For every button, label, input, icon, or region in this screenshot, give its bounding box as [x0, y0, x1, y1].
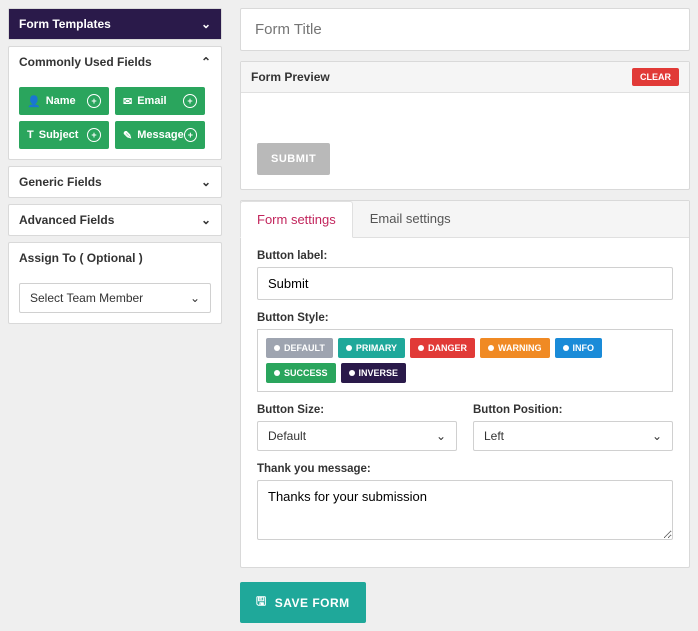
plus-icon: + — [87, 94, 101, 108]
field-name: Message — [137, 129, 183, 141]
team-member-select[interactable]: Select Team Member ⌄ — [19, 283, 211, 313]
button-size-select[interactable]: Default ⌄ — [257, 421, 457, 451]
style-button-inverse[interactable]: INVERSE — [341, 363, 407, 383]
style-text: PRIMARY — [356, 343, 397, 353]
field-icon: ✉ — [123, 95, 132, 108]
common-fields-header[interactable]: Commonly Used Fields ⌃ — [9, 47, 221, 77]
field-name: Name — [46, 95, 76, 107]
thank-you-textarea[interactable] — [257, 480, 673, 540]
button-position-value: Left — [484, 429, 504, 443]
button-position-label: Button Position: — [473, 404, 673, 416]
common-fields-label: Commonly Used Fields — [19, 55, 152, 69]
chevron-up-icon: ⌃ — [201, 55, 211, 69]
chevron-down-icon: ⌄ — [201, 175, 211, 189]
save-form-button[interactable]: 🖫 SAVE FORM — [240, 582, 366, 623]
chevron-down-icon: ⌄ — [436, 429, 446, 443]
field-icon: 👤 — [27, 95, 41, 108]
style-button-success[interactable]: SUCCESS — [266, 363, 336, 383]
style-text: SUCCESS — [284, 368, 328, 378]
dot-icon — [349, 370, 355, 376]
field-button-subject[interactable]: T Subject + — [19, 121, 109, 149]
dot-icon — [563, 345, 569, 351]
style-button-info[interactable]: INFO — [555, 338, 603, 358]
button-label-input[interactable] — [257, 267, 673, 300]
style-button-primary[interactable]: PRIMARY — [338, 338, 405, 358]
field-button-email[interactable]: ✉ Email + — [115, 87, 205, 115]
preview-label: Form Preview — [251, 70, 330, 84]
generic-fields-header[interactable]: Generic Fields ⌄ — [9, 167, 221, 197]
button-style-label: Button Style: — [257, 312, 673, 324]
chevron-down-icon: ⌄ — [201, 213, 211, 227]
generic-fields-label: Generic Fields — [19, 175, 102, 189]
style-text: INVERSE — [359, 368, 399, 378]
field-icon: ✎ — [123, 129, 132, 142]
style-button-warning[interactable]: WARNING — [480, 338, 550, 358]
style-button-danger[interactable]: DANGER — [410, 338, 475, 358]
form-templates-label: Form Templates — [19, 17, 111, 31]
chevron-down-icon: ⌄ — [201, 17, 211, 31]
form-title-input[interactable] — [240, 8, 690, 51]
field-button-name[interactable]: 👤 Name + — [19, 87, 109, 115]
save-label: SAVE FORM — [275, 596, 350, 610]
dot-icon — [346, 345, 352, 351]
field-name: Email — [137, 95, 166, 107]
style-text: DANGER — [428, 343, 467, 353]
submit-preview-button[interactable]: SUBMIT — [257, 143, 330, 175]
tab-form-settings[interactable]: Form settings — [240, 201, 353, 238]
style-text: WARNING — [498, 343, 542, 353]
dot-icon — [274, 370, 280, 376]
advanced-fields-label: Advanced Fields — [19, 213, 114, 227]
dot-icon — [488, 345, 494, 351]
save-icon: 🖫 — [256, 592, 267, 613]
tab-email-settings[interactable]: Email settings — [354, 201, 467, 237]
field-icon: T — [27, 129, 34, 141]
team-member-value: Select Team Member — [30, 291, 143, 305]
plus-icon: + — [184, 128, 197, 142]
assign-to-label: Assign To ( Optional ) — [19, 251, 143, 265]
form-templates-header[interactable]: Form Templates ⌄ — [9, 9, 221, 39]
plus-icon: + — [183, 94, 197, 108]
button-label-label: Button label: — [257, 250, 673, 262]
style-button-default[interactable]: DEFAULT — [266, 338, 333, 358]
advanced-fields-header[interactable]: Advanced Fields ⌄ — [9, 205, 221, 235]
button-size-value: Default — [268, 429, 306, 443]
assign-to-header: Assign To ( Optional ) — [9, 243, 221, 273]
chevron-down-icon: ⌄ — [652, 429, 662, 443]
chevron-down-icon: ⌄ — [190, 291, 200, 305]
button-position-select[interactable]: Left ⌄ — [473, 421, 673, 451]
field-button-message[interactable]: ✎ Message+ — [115, 121, 205, 149]
button-size-label: Button Size: — [257, 404, 457, 416]
style-text: INFO — [573, 343, 595, 353]
dot-icon — [274, 345, 280, 351]
thank-you-label: Thank you message: — [257, 463, 673, 475]
clear-button[interactable]: CLEAR — [632, 68, 679, 86]
field-name: Subject — [39, 129, 79, 141]
dot-icon — [418, 345, 424, 351]
plus-icon: + — [87, 128, 101, 142]
style-text: DEFAULT — [284, 343, 325, 353]
